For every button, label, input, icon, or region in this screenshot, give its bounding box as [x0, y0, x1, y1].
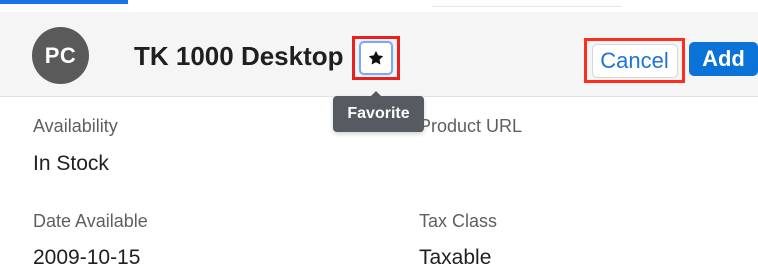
availability-label: Availability [33, 116, 118, 136]
top-link-underline [0, 0, 128, 4]
favorite-tooltip: Favorite [333, 96, 424, 132]
add-button[interactable]: Add [689, 42, 758, 76]
tax-class-value: Taxable [419, 246, 492, 269]
cancel-highlight: Cancel [584, 38, 685, 83]
star-icon [368, 50, 384, 65]
product-url-label: Product URL [419, 116, 523, 136]
favorite-button[interactable] [359, 41, 393, 75]
availability-value: In Stock [33, 152, 109, 175]
record-title: TK 1000 Desktop [134, 41, 344, 71]
top-divider [432, 6, 622, 7]
cancel-button[interactable]: Cancel [591, 43, 678, 78]
date-available-label: Date Available [33, 211, 148, 231]
tax-class-label: Tax Class [419, 211, 498, 231]
avatar: PC [32, 27, 89, 84]
date-available-value: 2009-10-15 [33, 246, 141, 269]
record-header: PC TK 1000 Desktop Cancel Add [0, 12, 758, 97]
favorite-highlight [352, 36, 400, 80]
top-link-strip [0, 0, 758, 12]
